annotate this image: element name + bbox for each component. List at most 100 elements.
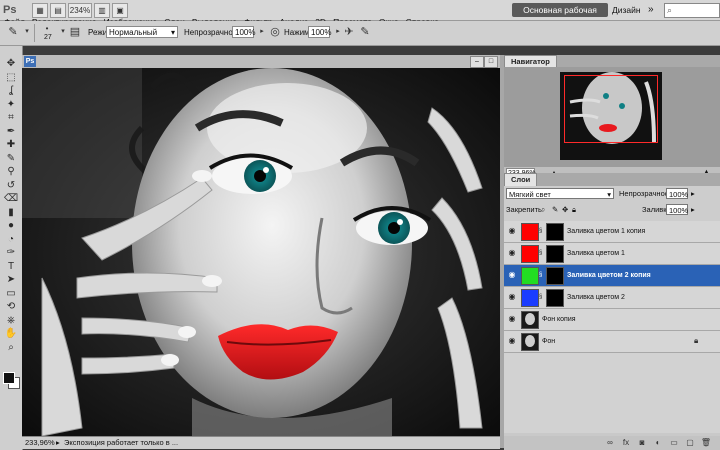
cs-live-search[interactable]: ⌕: [664, 3, 720, 18]
layer-row[interactable]: ◉ Фон 🔒︎: [504, 331, 720, 353]
clone-stamp-tool-icon[interactable]: ⚲: [4, 166, 18, 178]
pressure-opacity-icon[interactable]: ◎: [268, 25, 282, 39]
status-info-arrow-icon[interactable]: ▸: [56, 437, 60, 449]
move-tool-icon[interactable]: ✥: [4, 58, 18, 70]
layer-style-icon[interactable]: fx: [620, 437, 632, 448]
navigator-thumbnail[interactable]: [560, 72, 662, 160]
fill-color-thumbnail[interactable]: [521, 245, 539, 263]
foreground-color-swatch[interactable]: [3, 372, 15, 384]
layer-name[interactable]: Заливка цветом 2 копия: [567, 265, 651, 286]
visibility-eye-icon[interactable]: ◉: [507, 314, 517, 324]
lock-pixels-icon[interactable]: ✎: [552, 204, 558, 215]
layer-name[interactable]: Фон копия: [542, 309, 576, 330]
fill-color-thumbnail[interactable]: [521, 223, 539, 241]
navigator-view-rect[interactable]: [564, 75, 658, 143]
new-layer-icon[interactable]: ▢: [684, 437, 696, 448]
crop-tool-icon[interactable]: ⌗: [4, 112, 18, 124]
visibility-eye-icon[interactable]: ◉: [507, 292, 517, 302]
layer-name[interactable]: Заливка цветом 1 копия: [567, 221, 645, 242]
layer-name[interactable]: Фон: [542, 331, 555, 352]
options-bar: ✎ ▾ • 27 ▾ ▤ Режим: Нормальный ▾ Непрозра…: [0, 21, 720, 46]
mode-select[interactable]: Нормальный ▾: [106, 26, 178, 38]
separator: [34, 24, 35, 42]
lock-transparent-icon[interactable]: ▫: [542, 204, 545, 215]
layer-mask-thumbnail[interactable]: [546, 289, 564, 307]
flow-input[interactable]: 100%: [308, 26, 331, 38]
3d-rotate-tool-icon[interactable]: ⟲: [4, 301, 18, 313]
layer-mask-thumbnail[interactable]: [546, 245, 564, 263]
eyedropper-tool-icon[interactable]: ✒: [4, 126, 18, 138]
layer-mask-thumbnail[interactable]: [546, 223, 564, 241]
history-brush-tool-icon[interactable]: ↺: [4, 180, 18, 192]
fill-color-thumbnail[interactable]: [521, 267, 539, 285]
more-workspaces-icon[interactable]: »: [648, 3, 654, 17]
3d-camera-tool-icon[interactable]: ⎈: [4, 315, 18, 327]
dodge-tool-icon[interactable]: ◔: [4, 234, 18, 246]
maximize-button[interactable]: □: [484, 56, 498, 68]
adjustment-layer-icon[interactable]: ◐: [652, 437, 664, 448]
healing-tool-icon[interactable]: ✚: [4, 139, 18, 151]
chevron-down-icon: ▾: [607, 190, 611, 199]
layer-row-selected[interactable]: ◉ § Заливка цветом 2 копия: [504, 265, 720, 287]
brush-panel-icon[interactable]: ▤: [68, 25, 82, 39]
layer-name[interactable]: Заливка цветом 1: [567, 243, 625, 264]
link-icon[interactable]: §: [539, 271, 544, 279]
fill-input[interactable]: 100%: [666, 204, 688, 215]
minimize-button[interactable]: –: [470, 56, 484, 68]
layer-opacity-input[interactable]: 100%: [666, 188, 688, 199]
photo-thumbnail[interactable]: [521, 311, 539, 329]
pen-tool-icon[interactable]: ✑: [4, 247, 18, 259]
lock-position-icon[interactable]: ✥: [562, 204, 568, 215]
workspace-switcher[interactable]: Основная рабочая среда: [512, 3, 608, 29]
link-icon[interactable]: §: [539, 227, 544, 235]
status-text: Экспозиция работает только в ...: [64, 438, 179, 447]
zoom-tool-icon[interactable]: ⌕: [4, 342, 18, 354]
type-tool-icon[interactable]: T: [4, 261, 18, 273]
hand-tool-icon[interactable]: ✋: [4, 328, 18, 340]
opacity-input[interactable]: 100%: [232, 26, 255, 38]
new-group-icon[interactable]: ▭: [668, 437, 680, 448]
airbrush-icon[interactable]: ✈: [342, 25, 356, 39]
add-mask-icon[interactable]: ◙: [636, 437, 648, 448]
photo-thumbnail[interactable]: [521, 333, 539, 351]
layer-mask-thumbnail[interactable]: [546, 267, 564, 285]
status-zoom[interactable]: 233,96%: [25, 437, 55, 449]
link-icon[interactable]: §: [539, 293, 544, 301]
quick-select-tool-icon[interactable]: ✦: [4, 99, 18, 111]
fill-color-thumbnail[interactable]: [521, 289, 539, 307]
brush-tool-icon[interactable]: ✎: [4, 153, 18, 165]
tool-preset-dropdown-icon[interactable]: ▾: [20, 25, 34, 39]
tab-layers[interactable]: Слои: [504, 173, 538, 186]
layer-row[interactable]: ◉ § Заливка цветом 1: [504, 243, 720, 265]
lock-all-icon[interactable]: 🔒︎: [572, 204, 576, 215]
navigator-panel: [504, 67, 720, 167]
eraser-tool-icon[interactable]: ⌫: [4, 193, 18, 205]
brush-tool-icon[interactable]: ✎: [6, 25, 20, 39]
visibility-eye-icon[interactable]: ◉: [507, 226, 517, 236]
layer-row[interactable]: ◉ § Заливка цветом 2: [504, 287, 720, 309]
layer-row[interactable]: ◉ § Заливка цветом 1 копия: [504, 221, 720, 243]
lasso-tool-icon[interactable]: ʆ: [4, 85, 18, 97]
shape-tool-icon[interactable]: ▭: [4, 288, 18, 300]
visibility-eye-icon[interactable]: ◉: [507, 336, 517, 346]
pressure-size-icon[interactable]: ✎: [358, 25, 372, 39]
layer-row[interactable]: ◉ Фон копия: [504, 309, 720, 331]
gradient-tool-icon[interactable]: ▮: [4, 207, 18, 219]
layer-list: ◉ § Заливка цветом 1 копия ◉ § Заливка ц…: [504, 221, 720, 433]
marquee-tool-icon[interactable]: ⬚: [4, 72, 18, 84]
layers-controls: Мягкий свет ▾ Непрозрачность: 100% ▸ Закр…: [504, 186, 720, 221]
layer-opacity-slider-icon[interactable]: ▸: [691, 188, 695, 199]
visibility-eye-icon[interactable]: ◉: [507, 270, 517, 280]
blend-mode-select[interactable]: Мягкий свет ▾: [506, 188, 614, 199]
path-select-tool-icon[interactable]: ➤: [4, 274, 18, 286]
link-icon[interactable]: §: [539, 249, 544, 257]
fill-slider-icon[interactable]: ▸: [691, 204, 695, 215]
delete-layer-icon[interactable]: 🗑︎: [700, 437, 712, 448]
design-workspace-link[interactable]: Дизайн: [612, 3, 641, 17]
visibility-eye-icon[interactable]: ◉: [507, 248, 517, 258]
layer-name[interactable]: Заливка цветом 2: [567, 287, 625, 308]
link-layers-icon[interactable]: ∞: [604, 437, 616, 448]
blur-tool-icon[interactable]: ●: [4, 220, 18, 232]
opacity-slider-icon[interactable]: ▸: [255, 25, 269, 39]
image-canvas[interactable]: [22, 68, 500, 436]
